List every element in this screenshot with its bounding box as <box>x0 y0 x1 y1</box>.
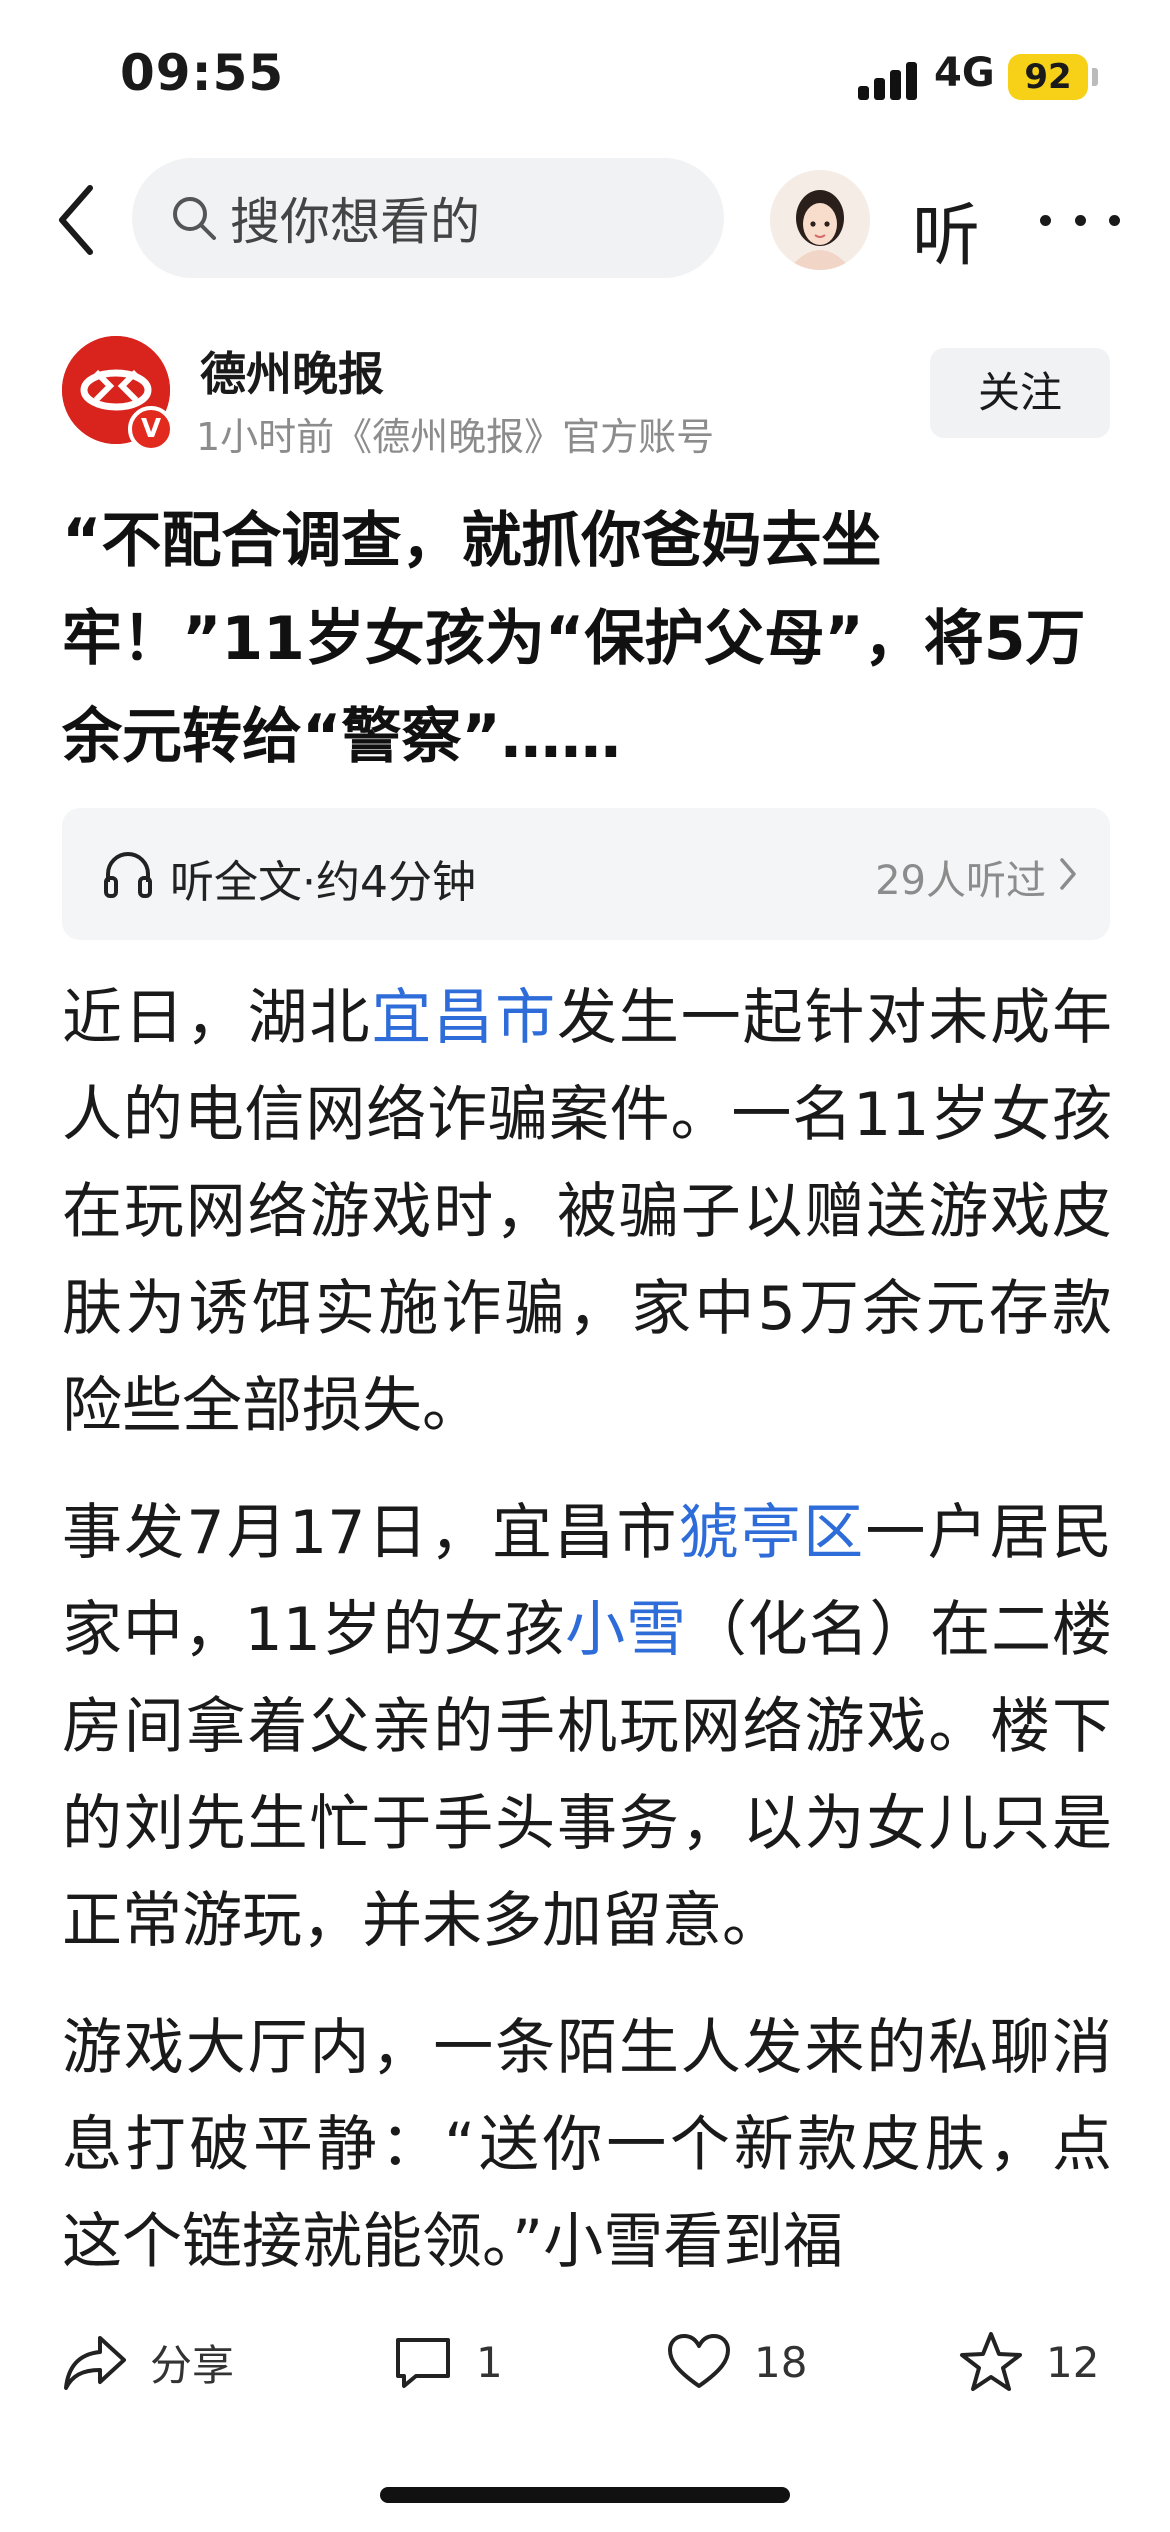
follow-button[interactable]: 关注 <box>930 348 1110 438</box>
chevron-right-icon <box>1060 858 1076 890</box>
listen-full-text-bar[interactable]: 听全文·约4分钟 29人听过 <box>62 808 1110 940</box>
article-body: 近日，湖北宜昌市发生一起针对未成年人的电信网络诈骗案件。一名11岁女孩在玩网络游… <box>62 970 1112 2290</box>
comment-button[interactable]: 1 <box>392 2322 503 2402</box>
like-button[interactable]: 18 <box>666 2322 807 2402</box>
paragraph-text: 事发7月17日，宜昌市 <box>62 1498 679 1568</box>
avatar-illustration-icon <box>770 170 870 270</box>
comment-icon <box>396 2338 450 2388</box>
search-placeholder: 搜你想看的 <box>230 193 480 251</box>
favorite-button[interactable]: 12 <box>958 2322 1099 2402</box>
search-icon <box>173 197 216 240</box>
verified-badge: V <box>128 406 174 452</box>
search-input[interactable]: 搜你想看的 <box>132 158 724 278</box>
paragraph-text: 近日，湖北 <box>62 983 372 1053</box>
home-indicator[interactable] <box>380 2487 790 2503</box>
like-count: 18 <box>754 2337 808 2387</box>
share-button[interactable]: 分享 <box>62 2322 234 2402</box>
share-icon <box>64 2336 126 2390</box>
paragraph-text: 游戏大厅内，一条陌生人发来的私聊消息打破平静：“送你一个新款皮肤，点这个链接就能… <box>62 2013 1112 2277</box>
listen-label: 听全文·约4分钟 <box>170 857 476 908</box>
more-dot <box>1074 214 1086 226</box>
author-name[interactable]: 德州晚报 <box>200 338 384 404</box>
listen-button[interactable]: 听 <box>912 180 980 279</box>
more-button[interactable] <box>1040 190 1120 250</box>
status-bar: 09:55 4G 92 <box>0 0 1170 150</box>
battery-cap <box>1092 68 1098 86</box>
nav-bar: 搜你想看的 听 <box>0 150 1170 290</box>
cellular-signal-icon <box>858 60 918 100</box>
chevron-left-icon <box>59 185 93 255</box>
star-icon <box>960 2332 1022 2391</box>
place-link[interactable]: 猇亭区 <box>679 1498 866 1568</box>
headphone-icon <box>104 852 152 898</box>
share-label: 分享 <box>150 2340 235 2390</box>
place-link[interactable]: 小雪 <box>565 1595 687 1665</box>
article-headline: “不配合调查，就抓你爸妈去坐牢！”11岁女孩为“保护父母”，将5万余元转给“警察… <box>62 506 1086 772</box>
place-link[interactable]: 宜昌市 <box>371 983 557 1053</box>
author-meta: 1小时前《德州晚报》官方账号 <box>196 415 715 459</box>
more-dot <box>1040 214 1051 226</box>
user-avatar[interactable] <box>770 170 870 270</box>
screen: 09:55 4G 92 搜你想看的 听 V 德州晚报 1小时前《德州晚报》官方账… <box>0 0 1170 2532</box>
bottom-action-bar: 分享 1 18 12 <box>0 2292 1170 2432</box>
article-paragraph: 游戏大厅内，一条陌生人发来的私聊消息打破平静：“送你一个新款皮肤，点这个链接就能… <box>62 2000 1112 2290</box>
back-button[interactable] <box>46 180 106 260</box>
article-paragraph: 近日，湖北宜昌市发生一起针对未成年人的电信网络诈骗案件。一名11岁女孩在玩网络游… <box>62 970 1112 1455</box>
comment-count: 1 <box>476 2337 503 2387</box>
more-dot <box>1109 214 1120 226</box>
article-paragraph: 事发7月17日，宜昌市猇亭区一户居民家中，11岁的女孩小雪（化名）在二楼房间拿着… <box>62 1485 1112 1970</box>
listen-count: 29人听过 <box>875 858 1046 904</box>
heart-icon <box>668 2334 730 2388</box>
network-type: 4G <box>934 50 995 96</box>
author-row: V 德州晚报 1小时前《德州晚报》官方账号 关注 <box>0 336 1170 466</box>
status-time: 09:55 <box>120 44 285 102</box>
battery-icon: 92 <box>1008 54 1088 100</box>
favorite-count: 12 <box>1046 2337 1100 2387</box>
